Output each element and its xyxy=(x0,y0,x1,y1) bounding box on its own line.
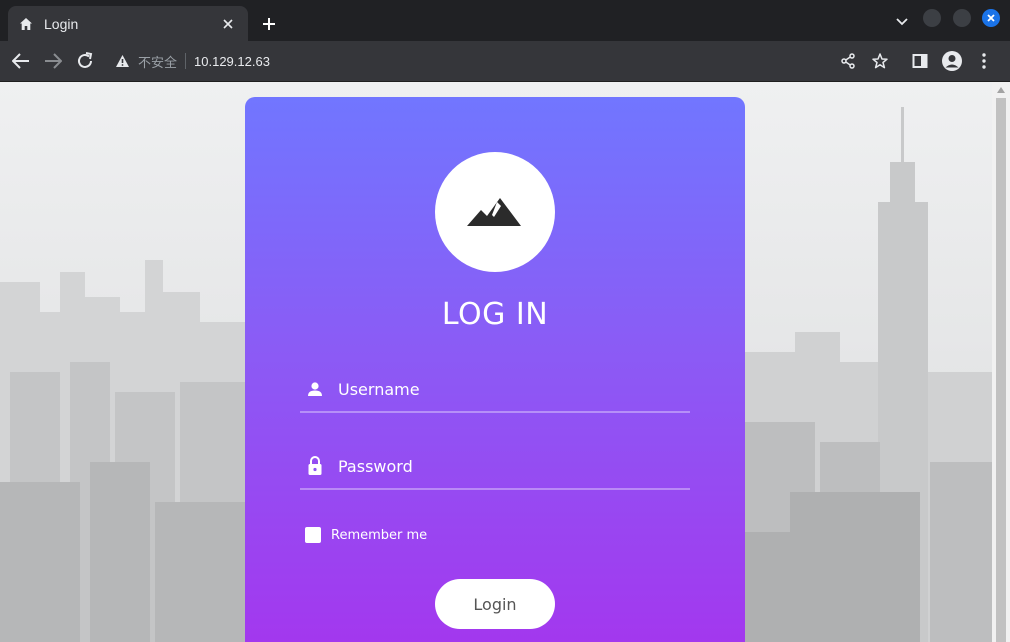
page-title: LOG IN xyxy=(441,297,549,332)
lock-icon xyxy=(302,453,328,479)
tab-strip: Login xyxy=(0,0,1010,41)
remember-checkbox[interactable] xyxy=(305,527,321,543)
back-button[interactable] xyxy=(9,49,33,73)
scroll-up-arrow-icon[interactable] xyxy=(996,86,1006,94)
login-button[interactable]: Login xyxy=(435,579,555,629)
profile-button[interactable] xyxy=(940,49,964,73)
star-icon xyxy=(872,53,888,69)
username-input[interactable] xyxy=(338,379,678,399)
address-bar[interactable]: 不安全 10.129.12.63 xyxy=(106,46,906,76)
chevron-down-icon[interactable] xyxy=(892,12,912,32)
address-divider xyxy=(185,53,187,69)
arrow-right-icon xyxy=(45,53,62,69)
mountain-icon xyxy=(467,198,521,226)
share-button[interactable] xyxy=(836,49,860,73)
reload-icon xyxy=(78,52,93,68)
user-icon xyxy=(302,376,328,402)
browser-tab[interactable]: Login xyxy=(8,6,248,41)
bookmark-button[interactable] xyxy=(868,49,892,73)
profile-icon xyxy=(942,51,962,71)
remember-me[interactable]: Remember me xyxy=(305,527,427,543)
page-scrollbar[interactable] xyxy=(992,82,1010,642)
scrollbar-thumb[interactable] xyxy=(996,98,1006,642)
close-window-button[interactable] xyxy=(982,9,1000,27)
minimize-button[interactable] xyxy=(923,9,941,27)
url-text[interactable]: 10.129.12.63 xyxy=(194,54,270,69)
new-tab-button[interactable] xyxy=(257,12,281,36)
arrow-left-icon xyxy=(12,53,29,69)
password-input[interactable] xyxy=(338,456,678,476)
side-panel-icon xyxy=(912,54,928,68)
home-icon xyxy=(18,16,34,32)
logo-avatar xyxy=(435,152,555,272)
browser-toolbar: 不安全 10.129.12.63 xyxy=(0,41,1010,82)
tab-title: Login xyxy=(44,15,79,32)
share-icon xyxy=(841,53,855,69)
page-viewport: LOG IN Remember me Login xyxy=(0,82,992,642)
side-panel-button[interactable] xyxy=(908,49,932,73)
reload-button[interactable] xyxy=(73,49,97,73)
warning-icon[interactable] xyxy=(114,53,130,69)
menu-button[interactable] xyxy=(972,49,996,73)
security-status[interactable]: 不安全 xyxy=(138,52,177,71)
remember-label[interactable]: Remember me xyxy=(331,528,427,543)
maximize-button[interactable] xyxy=(953,9,971,27)
password-field xyxy=(300,444,690,490)
tab-close-icon[interactable] xyxy=(218,14,238,34)
close-icon xyxy=(987,14,995,22)
username-field xyxy=(300,367,690,413)
forward-button[interactable] xyxy=(41,49,65,73)
more-vert-icon xyxy=(982,53,986,69)
login-card: LOG IN Remember me Login xyxy=(245,97,745,642)
